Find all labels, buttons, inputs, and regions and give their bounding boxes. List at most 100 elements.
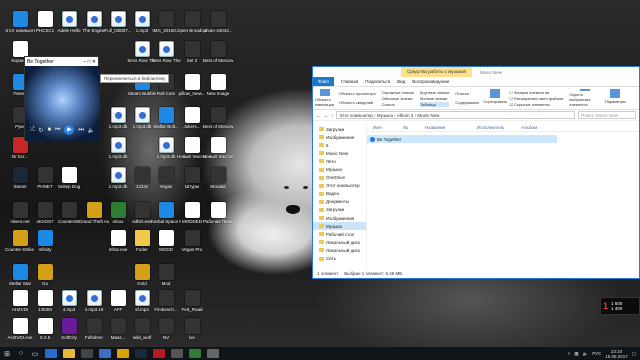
crumb-pc[interactable]: Этот компьютер [339,113,373,118]
small-icons-option[interactable]: Мелкие значки [420,96,449,101]
desktop-icon[interactable]: 1.mp3.db [152,135,180,168]
desktop-icon[interactable]: 1.mp3.db [104,135,132,168]
address-input[interactable]: Этот компьютер › Музыка › Album 2 › Musi… [336,111,575,119]
hidden-toggle[interactable]: ☑ Скрытые элементы [509,102,563,107]
details-pane-button[interactable]: Область сведений [339,100,376,105]
media-player-window[interactable]: Be Together – □ ✕ ⤮ ↻ ■ ⏮ ▶ ⏭ 🔈 [24,56,100,141]
nav-item[interactable]: Загрузки [313,125,366,133]
explorer-titlebar[interactable]: Средства работы с музыкой Music New [313,67,639,77]
explorer-window[interactable]: Средства работы с музыкой Music New Файл… [312,66,640,279]
col-album[interactable]: Альбом [521,125,561,130]
desktop-icon[interactable]: Этот компьютер [5,9,35,42]
nav-item[interactable]: Видео [313,190,366,198]
crumb-album[interactable]: Album 2 [397,113,414,118]
desktop-icon[interactable]: Stellar Bolt... [152,105,180,138]
nav-pane-button[interactable]: Область навигации [315,89,335,107]
search-icon[interactable]: ○ [14,347,28,360]
clock[interactable]: 23:10 15.05.2017 [605,349,628,359]
crumb-music-new[interactable]: Music New [417,113,439,118]
nav-item[interactable]: Изображения [313,133,366,141]
extensions-toggle[interactable]: ☐ Расширения имен файлов [509,96,563,101]
folder-icon[interactable] [117,349,129,358]
desktop-icon[interactable]: New Image [204,72,232,105]
desktop-icon[interactable]: NV [152,316,180,349]
nav-item[interactable]: Загрузки [313,206,366,214]
nav-item[interactable]: Сеть [313,255,366,263]
desktop-icon[interactable]: CounterStr [55,200,83,233]
stop-icon[interactable]: ■ [47,127,51,133]
content-option[interactable]: Содержимое [455,100,479,105]
desktop-icon[interactable]: Рабочая Папка [203,200,233,233]
desktop-icon[interactable]: Vegas Pro [178,228,206,261]
desktop-icon[interactable]: Best of Moscow Aut... [203,105,233,138]
prev-icon[interactable]: ⏮ [55,127,60,134]
media-player-icon[interactable] [99,349,111,358]
tab-share[interactable]: Поделиться [365,79,390,84]
desktop-icon[interactable]: Vegas [152,165,180,198]
nav-item[interactable]: Локальный диск [313,238,366,246]
desktop-icon[interactable]: Set 2 [178,39,206,72]
col-number[interactable]: № [403,125,425,130]
tiles-option[interactable]: Плитка [455,91,479,96]
back-icon[interactable]: ← [316,113,321,118]
checkboxes-toggle[interactable]: ☐ Флажки элементов [509,90,563,95]
tab-play[interactable]: Воспроизведение [412,79,449,84]
tab-view[interactable]: Вид [397,79,405,84]
params-button[interactable]: Параметры [605,89,626,107]
desktop-icon[interactable]: Steam [6,165,34,198]
app-icon[interactable] [189,349,201,358]
file-row[interactable]: Be Together [367,135,557,143]
sort-button[interactable]: Сортировать [483,89,507,107]
volume-icon[interactable]: 🔈 [88,127,95,134]
desktop-icon[interactable]: photo-43043... [203,9,233,42]
store-icon[interactable] [81,349,93,358]
desktop-icon[interactable]: Новый текстовый [203,135,233,168]
huge-icons-option[interactable]: Огромные значки [382,90,414,95]
desktop-icon[interactable]: SoftCity [55,316,83,349]
app-icon[interactable] [171,349,183,358]
play-button[interactable]: ▶ [64,125,75,135]
big-icons-option[interactable]: Крупные значки [420,90,449,95]
window-controls[interactable]: – □ ✕ [83,59,96,65]
desktop-icon[interactable]: Новый текстовый [177,135,207,168]
network-icon[interactable]: ▦ [574,351,578,357]
col-title[interactable]: Название [425,125,477,130]
col-name[interactable]: Имя [367,125,403,130]
notifications-icon[interactable]: ▢ [632,351,636,357]
language-indicator[interactable]: РУС [592,351,601,356]
desktop-icon[interactable]: Adele Hello [55,9,83,42]
col-artist[interactable]: Исполнитель [477,125,521,130]
desktop-icon[interactable]: pillow_Inew... [178,72,206,105]
task-view-icon[interactable]: ▭ [28,347,42,360]
desktop-icon[interactable]: lxe [178,316,206,349]
desktop-icon[interactable]: Штурм [178,165,206,198]
search-input[interactable]: Поиск: Music New [578,111,636,119]
desktop-icon[interactable]: Open Broadcast [177,9,207,42]
app-icon[interactable] [207,349,219,358]
media-player-titlebar[interactable]: Be Together – □ ✕ [25,57,98,66]
next-icon[interactable]: ⏭ [78,127,83,134]
nav-item[interactable]: Музыка [313,165,366,173]
hide-selected-button[interactable]: Скрыть выбранные элементы [569,89,601,107]
tab-home[interactable]: Главная [341,79,358,84]
desktop-icon[interactable]: Best of Moscow Aut... [203,39,233,72]
desktop-icon[interactable]: Counter-Strike Global [5,228,35,261]
crumb-music[interactable]: Музыка [377,113,393,118]
desktop-icon[interactable]: IMG_20150... [152,9,180,42]
volume-icon[interactable]: 🔈 [583,351,589,357]
nav-item[interactable]: Изображения [313,214,366,222]
desktop-icon[interactable]: MODD [152,228,180,261]
forward-icon[interactable]: → [324,113,329,118]
desktop-icon[interactable]: Sims Row The [151,39,181,72]
nav-item[interactable]: Музыка [313,222,366,231]
chevron-up-icon[interactable]: ˄ [568,351,571,356]
table-option[interactable]: Таблица [420,101,450,107]
list-option[interactable]: Список [382,102,414,107]
app-icon[interactable] [153,349,165,358]
nav-item[interactable]: Этот компьютер [313,182,366,190]
desktop-icon[interactable]: Москва [204,165,232,198]
repeat-icon[interactable]: ↻ [38,127,43,134]
desktop-icon[interactable]: Snitep Dog [55,165,83,198]
nav-item[interactable]: Рабочий стол [313,230,366,238]
edge-icon[interactable] [45,349,57,358]
